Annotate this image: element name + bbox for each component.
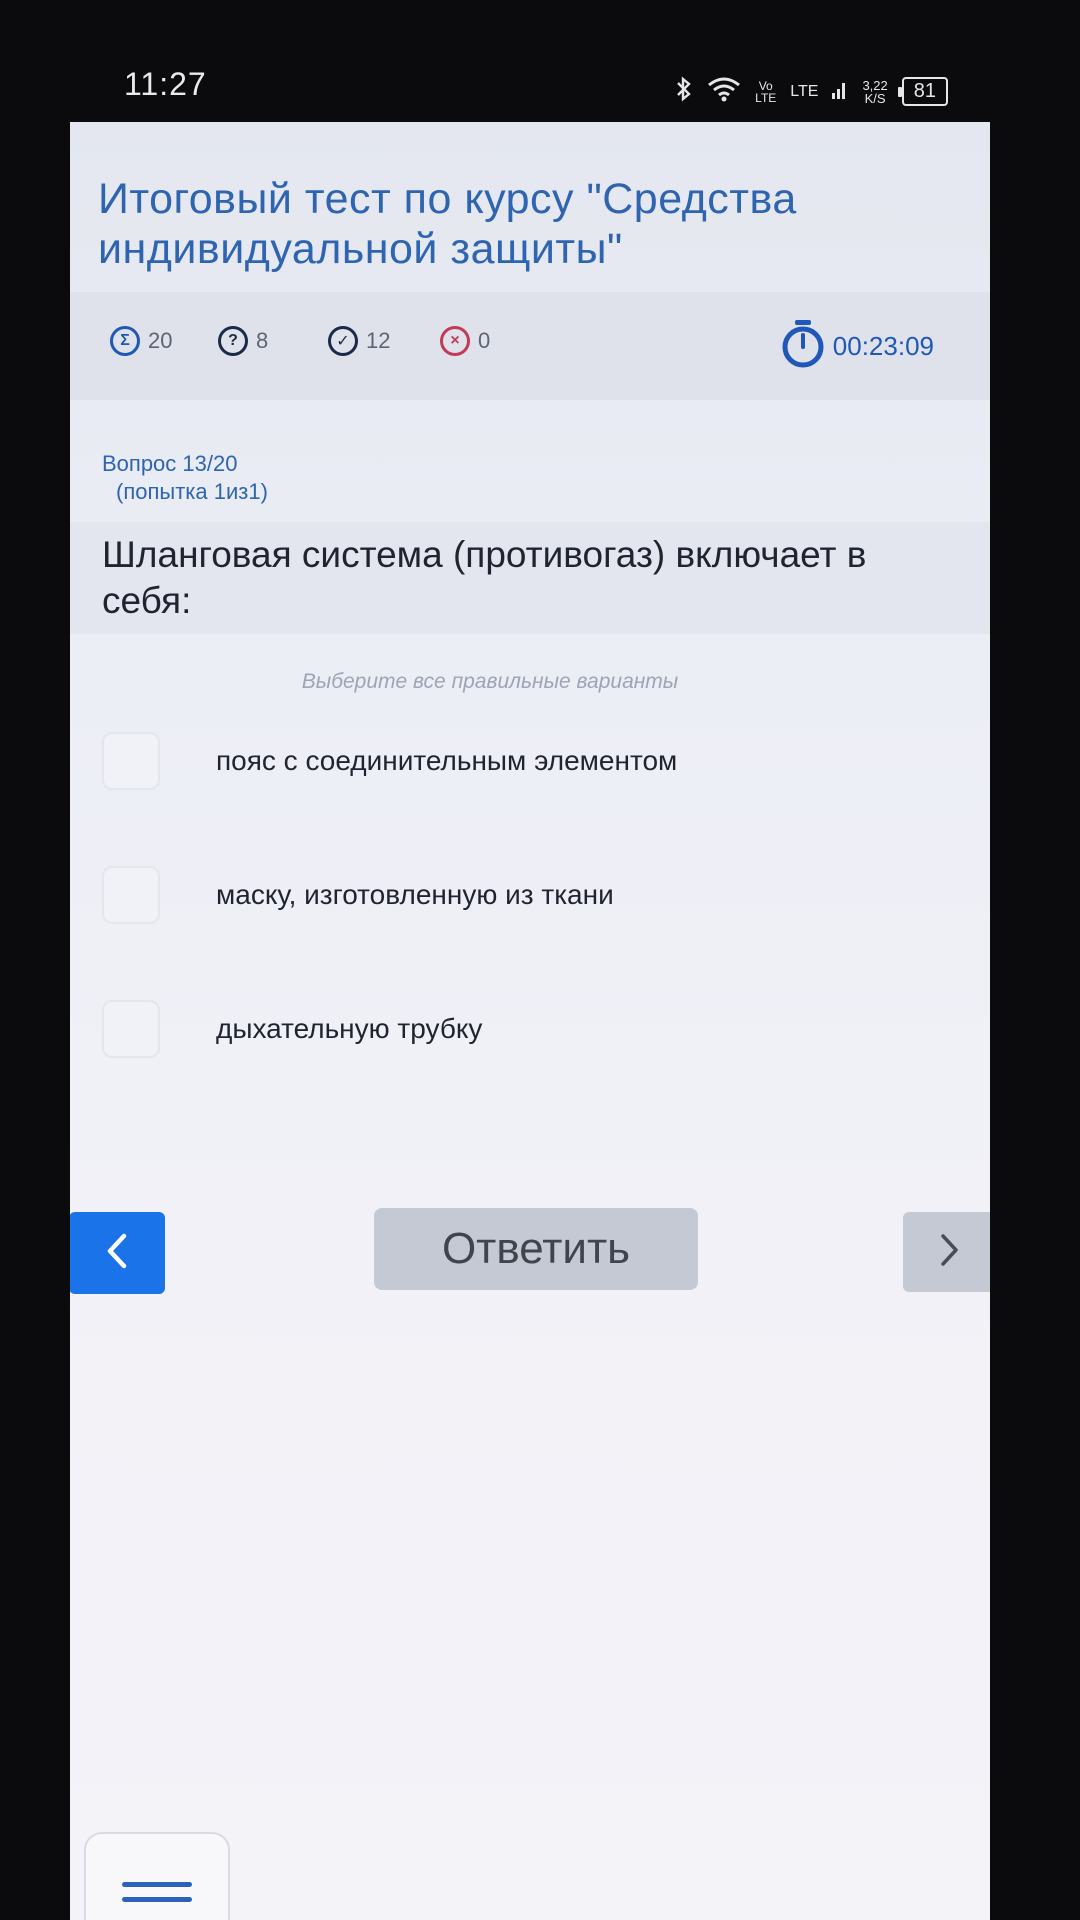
chevron-right-icon: [934, 1230, 964, 1275]
next-question-button[interactable]: [903, 1212, 990, 1292]
option-label: дыхательную трубку: [216, 1013, 483, 1044]
previous-question-button[interactable]: [70, 1212, 165, 1294]
check-icon: ✓: [328, 326, 358, 356]
option-checkbox[interactable]: [102, 1000, 160, 1058]
answer-option[interactable]: дыхательную трубку: [70, 984, 990, 1074]
stat-total-value: 20: [148, 328, 173, 353]
stat-correct-value: 12: [366, 328, 391, 353]
menu-button[interactable]: [84, 1832, 230, 1920]
stat-correct: ✓ 12: [328, 326, 390, 356]
stat-wrong-value: 0: [478, 328, 491, 353]
timer-value: 00:23:09: [832, 331, 934, 361]
wifi-icon: [707, 76, 741, 107]
sigma-icon: Σ: [110, 326, 140, 356]
stats-bar: Σ 20 ? 8 ✓ 12 × 0 00:23:09: [70, 292, 990, 400]
question-attempt: (попытка 1из1): [116, 479, 268, 504]
question-text: Шланговая система (противогаз) включает …: [102, 534, 867, 621]
phone-frame: 11:27 Vo LTE LTE 3,22 K/S 81 Итоговый те…: [0, 0, 1080, 1920]
answer-hint: Выберите все правильные варианты: [301, 670, 679, 693]
timer: 00:23:09: [781, 318, 934, 375]
question-icon: ?: [218, 326, 248, 356]
battery-icon: 81: [897, 77, 948, 106]
stat-total: Σ 20: [110, 326, 172, 356]
lte-label: LTE: [790, 82, 819, 100]
option-checkbox[interactable]: [102, 732, 160, 790]
option-checkbox[interactable]: [102, 866, 160, 924]
stat-unanswered-value: 8: [256, 328, 269, 353]
stat-wrong: × 0: [440, 326, 490, 356]
question-number: Вопрос 13/20: [102, 451, 238, 476]
network-speed: 3,22 K/S: [862, 77, 888, 106]
page-title: Итоговый тест по курсу "Средства индивид…: [98, 175, 797, 273]
status-time: 11:27: [124, 66, 207, 102]
status-icons: Vo LTE LTE 3,22 K/S 81: [675, 76, 948, 107]
cross-icon: ×: [440, 326, 470, 356]
stopwatch-icon: [781, 318, 825, 375]
bluetooth-icon: [675, 76, 693, 107]
option-label: маску, изготовленную из ткани: [216, 879, 614, 910]
signal-icon: [832, 79, 848, 104]
answer-button[interactable]: Ответить: [374, 1208, 698, 1290]
answer-option[interactable]: пояс с соединительным элементом: [70, 716, 990, 806]
stat-unanswered: ? 8: [218, 326, 268, 356]
option-label: пояс с соединительным элементом: [216, 745, 678, 776]
app-screen: Итоговый тест по курсу "Средства индивид…: [70, 122, 990, 1920]
chevron-left-icon: [102, 1231, 132, 1276]
volte-indicator: Vo LTE: [755, 78, 777, 105]
menu-icon: [122, 1882, 192, 1887]
answer-option[interactable]: маску, изготовленную из ткани: [70, 850, 990, 940]
